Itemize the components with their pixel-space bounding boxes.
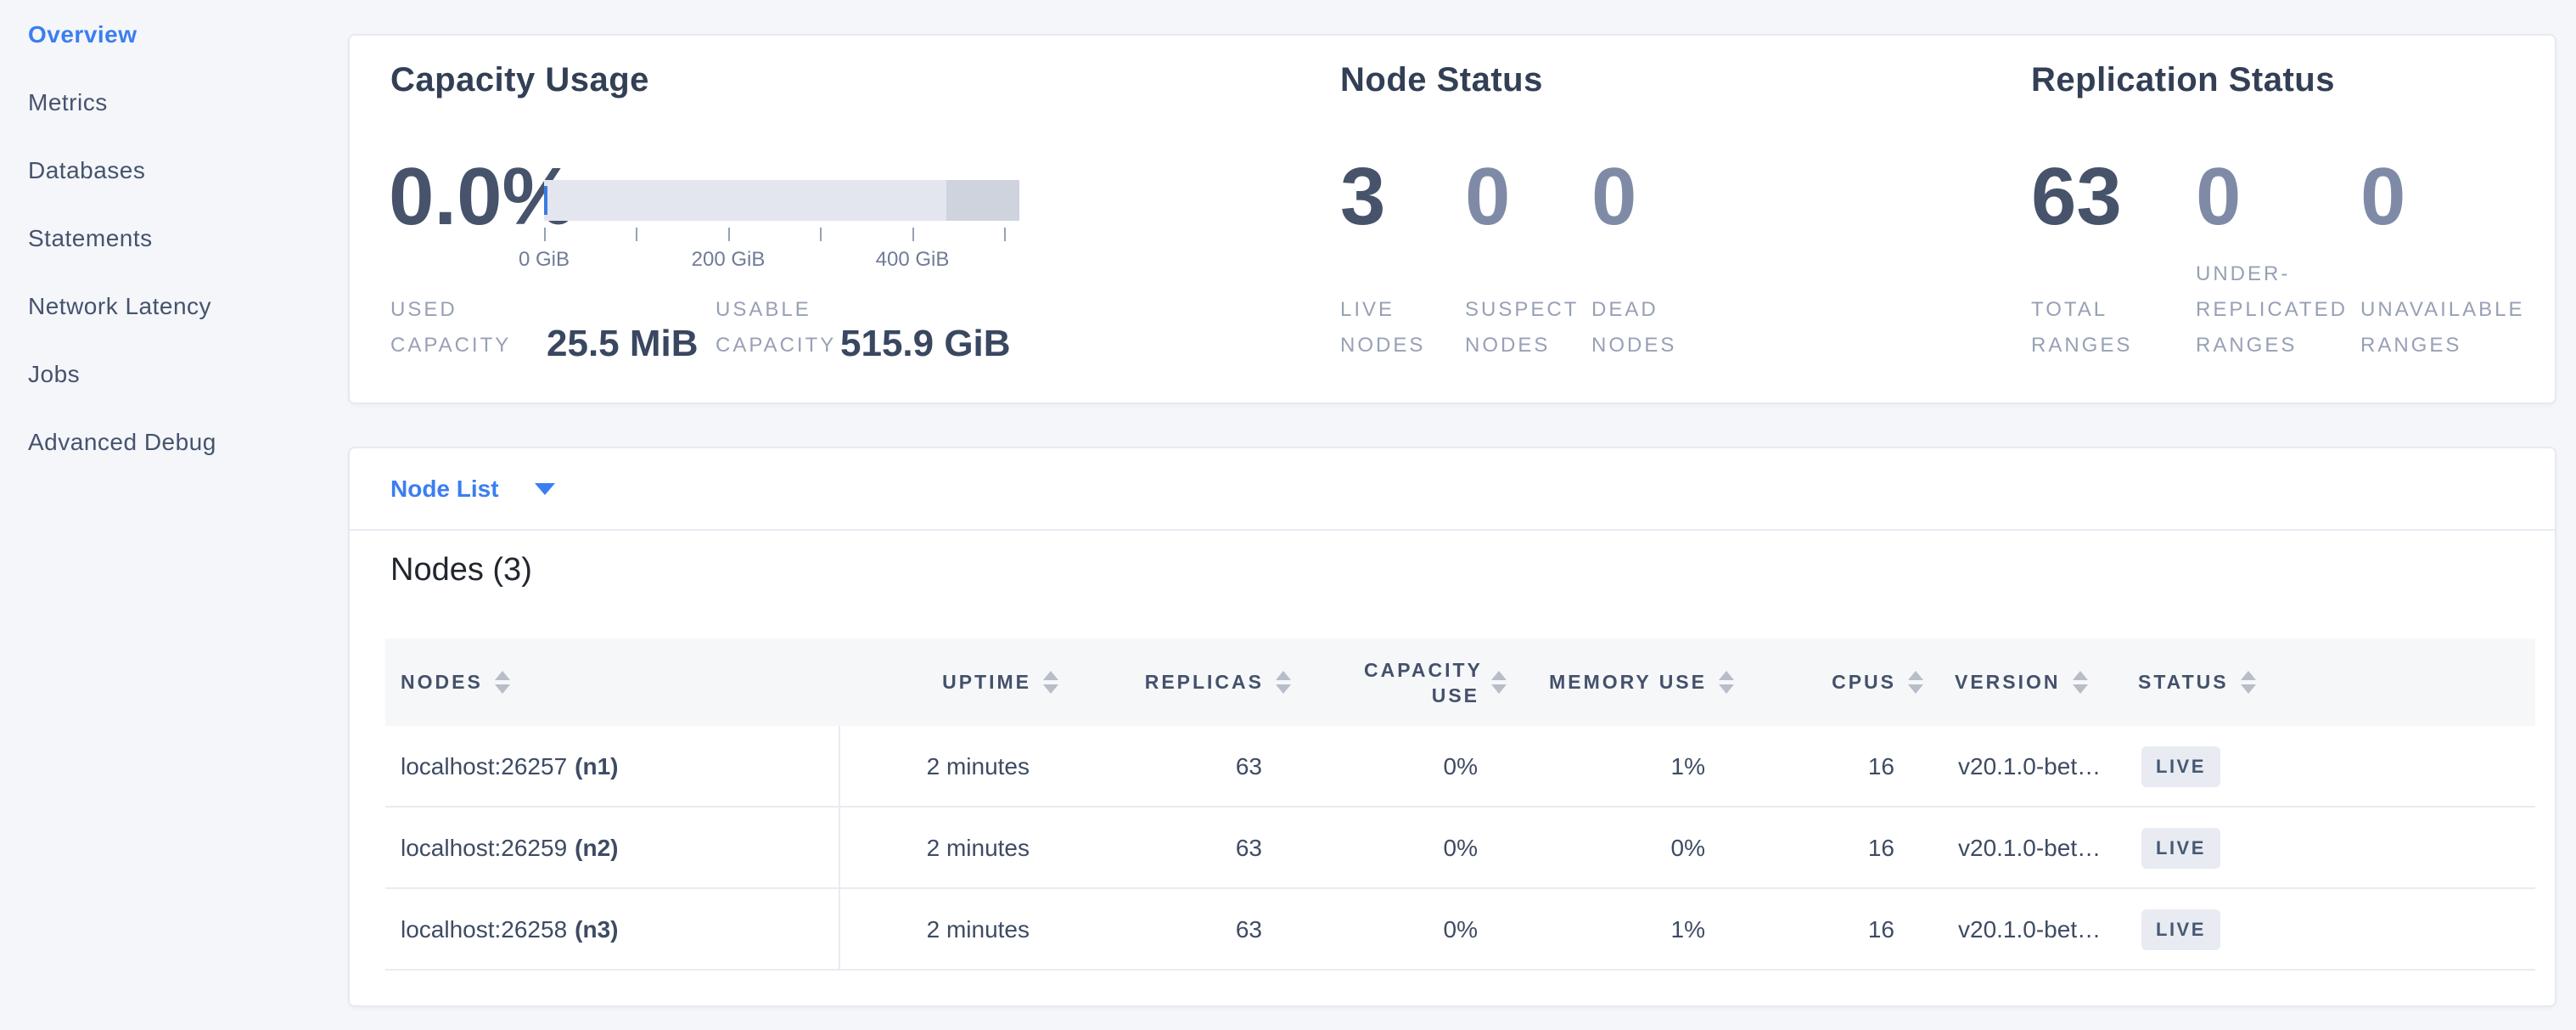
axis-tick [544,228,546,241]
sort-icon [2073,671,2088,694]
replicas-cell: 63 [1236,726,1262,808]
cpus-cell: 16 [1868,889,1894,971]
table-row-node-2[interactable]: localhost:26259(n2) 2 minutes 63 0% 0% 1… [385,808,2535,889]
cpus-cell: 16 [1868,726,1894,808]
node-address-cell[interactable]: localhost:26259(n2) [401,808,618,889]
sidebar-item-network-latency[interactable]: Network Latency [28,285,211,328]
total-ranges-count: 63 [2031,155,2122,239]
capacity-use-cell: 0% [1444,808,1478,889]
capacity-bar-other-used-segment [946,180,1019,221]
status-badge: LIVE [2141,746,2220,787]
axis-tick [912,228,914,241]
axis-tick [1004,228,1006,241]
column-header-replicas[interactable]: REPLICAS [1145,639,1291,726]
node-address-cell[interactable]: localhost:26257(n1) [401,726,618,808]
total-ranges-label: TOTAL RANGES [2031,292,2158,363]
used-capacity-value: 25.5 MiB [547,324,699,363]
node-id: (n1) [575,753,618,780]
table-row-node-3[interactable]: localhost:26258(n3) 2 minutes 63 0% 1% 1… [385,889,2535,971]
version-cell: v20.1.0-bet… [1958,726,2101,808]
column-header-memory-use[interactable]: MEMORY USE [1549,639,1734,726]
sidebar-item-statements[interactable]: Statements [28,217,153,260]
suspect-nodes-count: 0 [1465,155,1510,239]
node-id: (n2) [575,835,618,862]
under-replicated-ranges-count: 0 [2196,155,2241,239]
sort-icon [495,671,510,694]
cpus-cell: 16 [1868,808,1894,889]
nodes-column-divider [839,726,840,971]
sort-icon [1043,671,1058,694]
status-cell: LIVE [2141,889,2220,971]
node-address-cell[interactable]: localhost:26258(n3) [401,889,618,971]
axis-label-200: 200 GiB [692,248,766,272]
capacity-use-cell: 0% [1444,889,1478,971]
nodes-table-header: NODES UPTIME REPLICAS CAPACITY USE MEMOR… [385,639,2535,726]
sidebar-item-advanced-debug[interactable]: Advanced Debug [28,421,216,464]
usable-capacity-value: 515.9 GiB [840,324,1011,363]
sidebar-item-databases[interactable]: Databases [28,149,145,192]
table-row-node-1[interactable]: localhost:26257(n1) 2 minutes 63 0% 1% 1… [385,726,2535,808]
memory-use-cell: 1% [1671,726,1705,808]
live-nodes-label: LIVE NODES [1340,292,1442,363]
status-badge: LIVE [2141,909,2220,950]
capacity-usage-title: Capacity Usage [390,61,649,99]
sort-icon [1908,671,1923,694]
replicas-cell: 63 [1236,889,1262,971]
sidebar: Overview Metrics Databases Statements Ne… [0,0,348,1030]
live-nodes-count: 3 [1340,155,1385,239]
axis-tick [820,228,822,241]
uptime-cell: 2 minutes [927,808,1030,889]
node-list-card: Node List Nodes (3) NODES UPTIME REPLICA… [348,447,2556,1007]
unavailable-ranges-count: 0 [2360,155,2405,239]
sort-icon [1719,671,1734,694]
column-header-version[interactable]: VERSION [1955,639,2088,726]
node-status-title: Node Status [1340,61,1543,99]
capacity-bar-used-segment [544,186,547,215]
column-header-cpus[interactable]: CPUS [1832,639,1923,726]
sort-icon [1491,671,1507,694]
capacity-usage-bar [544,180,1019,221]
capacity-use-cell: 0% [1444,726,1478,808]
replicas-cell: 63 [1236,808,1262,889]
cluster-summary-card: Capacity Usage 0.0% 0 GiB 200 GiB 400 Gi… [348,34,2556,404]
sort-icon [1276,671,1291,694]
memory-use-cell: 0% [1671,808,1705,889]
axis-tick [636,228,637,241]
chevron-down-icon [535,483,555,495]
uptime-cell: 2 minutes [927,889,1030,971]
status-cell: LIVE [2141,808,2220,889]
used-capacity-label: USED CAPACITY [390,292,518,363]
axis-label-0: 0 GiB [519,248,570,272]
status-badge: LIVE [2141,828,2220,869]
sidebar-item-metrics[interactable]: Metrics [28,82,108,124]
column-header-nodes[interactable]: NODES [401,639,510,726]
column-header-status[interactable]: STATUS [2138,639,2256,726]
axis-label-400: 400 GiB [876,248,950,272]
sidebar-item-overview[interactable]: Overview [28,14,137,56]
nodes-table: NODES UPTIME REPLICAS CAPACITY USE MEMOR… [385,639,2535,971]
column-header-uptime[interactable]: UPTIME [942,639,1058,726]
uptime-cell: 2 minutes [927,726,1030,808]
node-id: (n3) [575,916,618,943]
sort-icon [2241,671,2256,694]
status-cell: LIVE [2141,726,2220,808]
axis-tick [728,228,730,241]
usable-capacity-label: USABLE CAPACITY [716,292,843,363]
nodes-count-heading: Nodes (3) [390,550,532,589]
replication-status-title: Replication Status [2031,61,2335,99]
memory-use-cell: 1% [1671,889,1705,971]
dead-nodes-count: 0 [1591,155,1636,239]
unavailable-ranges-label: UNAVAILABLE RANGES [2360,292,2564,363]
suspect-nodes-label: SUSPECT NODES [1465,292,1567,363]
sidebar-item-jobs[interactable]: Jobs [28,353,80,396]
node-list-dropdown-label: Node List [390,476,499,503]
dead-nodes-label: DEAD NODES [1591,292,1693,363]
under-replicated-ranges-label: UNDER-REPLICATED RANGES [2196,256,2370,363]
column-header-capacity-use[interactable]: CAPACITY USE [1364,639,1507,726]
version-cell: v20.1.0-bet… [1958,808,2101,889]
version-cell: v20.1.0-bet… [1958,889,2101,971]
node-list-dropdown[interactable]: Node List [350,448,2555,531]
